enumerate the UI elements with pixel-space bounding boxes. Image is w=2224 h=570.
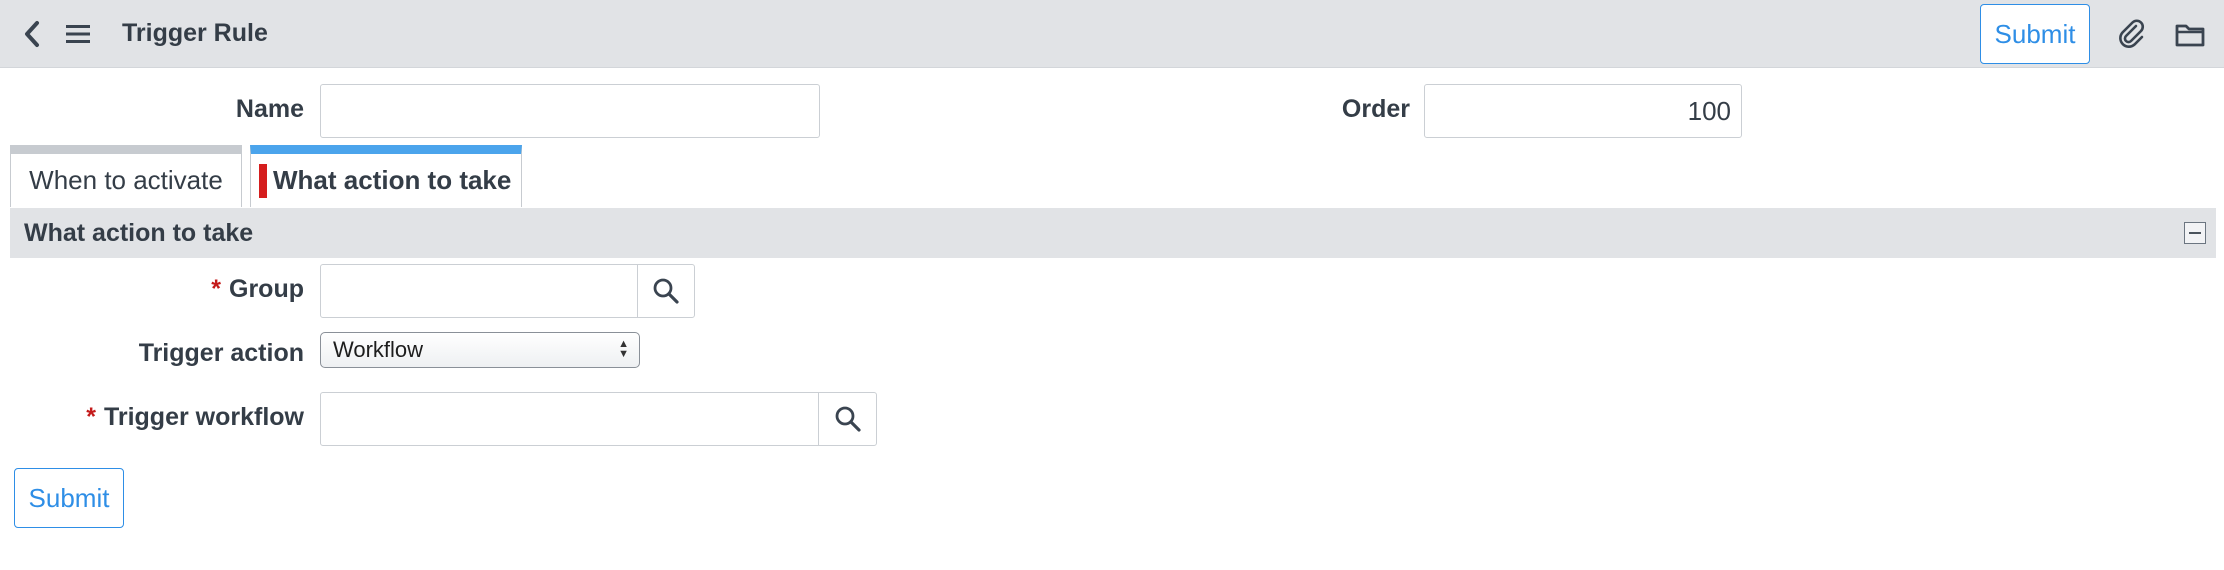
- name-label: Name: [235, 95, 304, 123]
- order-input[interactable]: [1424, 84, 1742, 138]
- trigger-action-label: Trigger action: [138, 339, 304, 367]
- trigger-workflow-lookup-button[interactable]: [818, 392, 877, 446]
- required-marker: *: [211, 275, 221, 303]
- attachment-button[interactable]: [2110, 14, 2154, 54]
- trigger-workflow-input[interactable]: [320, 392, 820, 446]
- tab-label: What action to take: [273, 165, 512, 195]
- trigger-action-select[interactable]: Workflow ▲ ▼: [320, 332, 640, 368]
- search-icon: [653, 278, 679, 304]
- mandatory-indicator: [259, 163, 267, 198]
- group-label-text: Group: [229, 275, 304, 303]
- collapse-section-button[interactable]: [2184, 222, 2206, 244]
- context-menu-button[interactable]: [60, 14, 96, 54]
- group-label: * Group: [110, 274, 304, 304]
- chevron-left-icon: [25, 21, 39, 47]
- trigger-workflow-label: * Trigger workflow: [40, 402, 304, 432]
- trigger-workflow-label-text: Trigger workflow: [103, 403, 304, 431]
- order-label: Order: [1341, 95, 1410, 123]
- required-marker: *: [86, 403, 96, 431]
- select-arrows-icon: ▲ ▼: [618, 338, 629, 360]
- section-header: What action to take: [10, 208, 2216, 258]
- submit-button-footer[interactable]: Submit: [14, 468, 124, 528]
- tab-label: When to activate: [29, 165, 223, 195]
- folder-icon: [2175, 24, 2205, 47]
- group-reference-input[interactable]: [320, 264, 639, 318]
- trigger-action-value: Workflow: [333, 337, 424, 362]
- form-header: Trigger Rule Submit: [0, 0, 2224, 68]
- group-lookup-button[interactable]: [637, 264, 695, 318]
- search-icon: [835, 406, 861, 432]
- minus-icon: [2189, 232, 2201, 234]
- name-input[interactable]: [320, 84, 820, 138]
- submit-button-header[interactable]: Submit: [1980, 4, 2090, 64]
- tab-what-action-to-take[interactable]: What action to take: [250, 145, 522, 207]
- tab-when-to-activate[interactable]: When to activate: [10, 145, 242, 207]
- paperclip-icon: [2119, 19, 2144, 48]
- section-title: What action to take: [24, 219, 254, 247]
- hamburger-menu-icon: [66, 25, 90, 43]
- page-title: Trigger Rule: [122, 19, 268, 47]
- back-button[interactable]: [14, 14, 50, 54]
- more-options-button[interactable]: [2168, 14, 2212, 54]
